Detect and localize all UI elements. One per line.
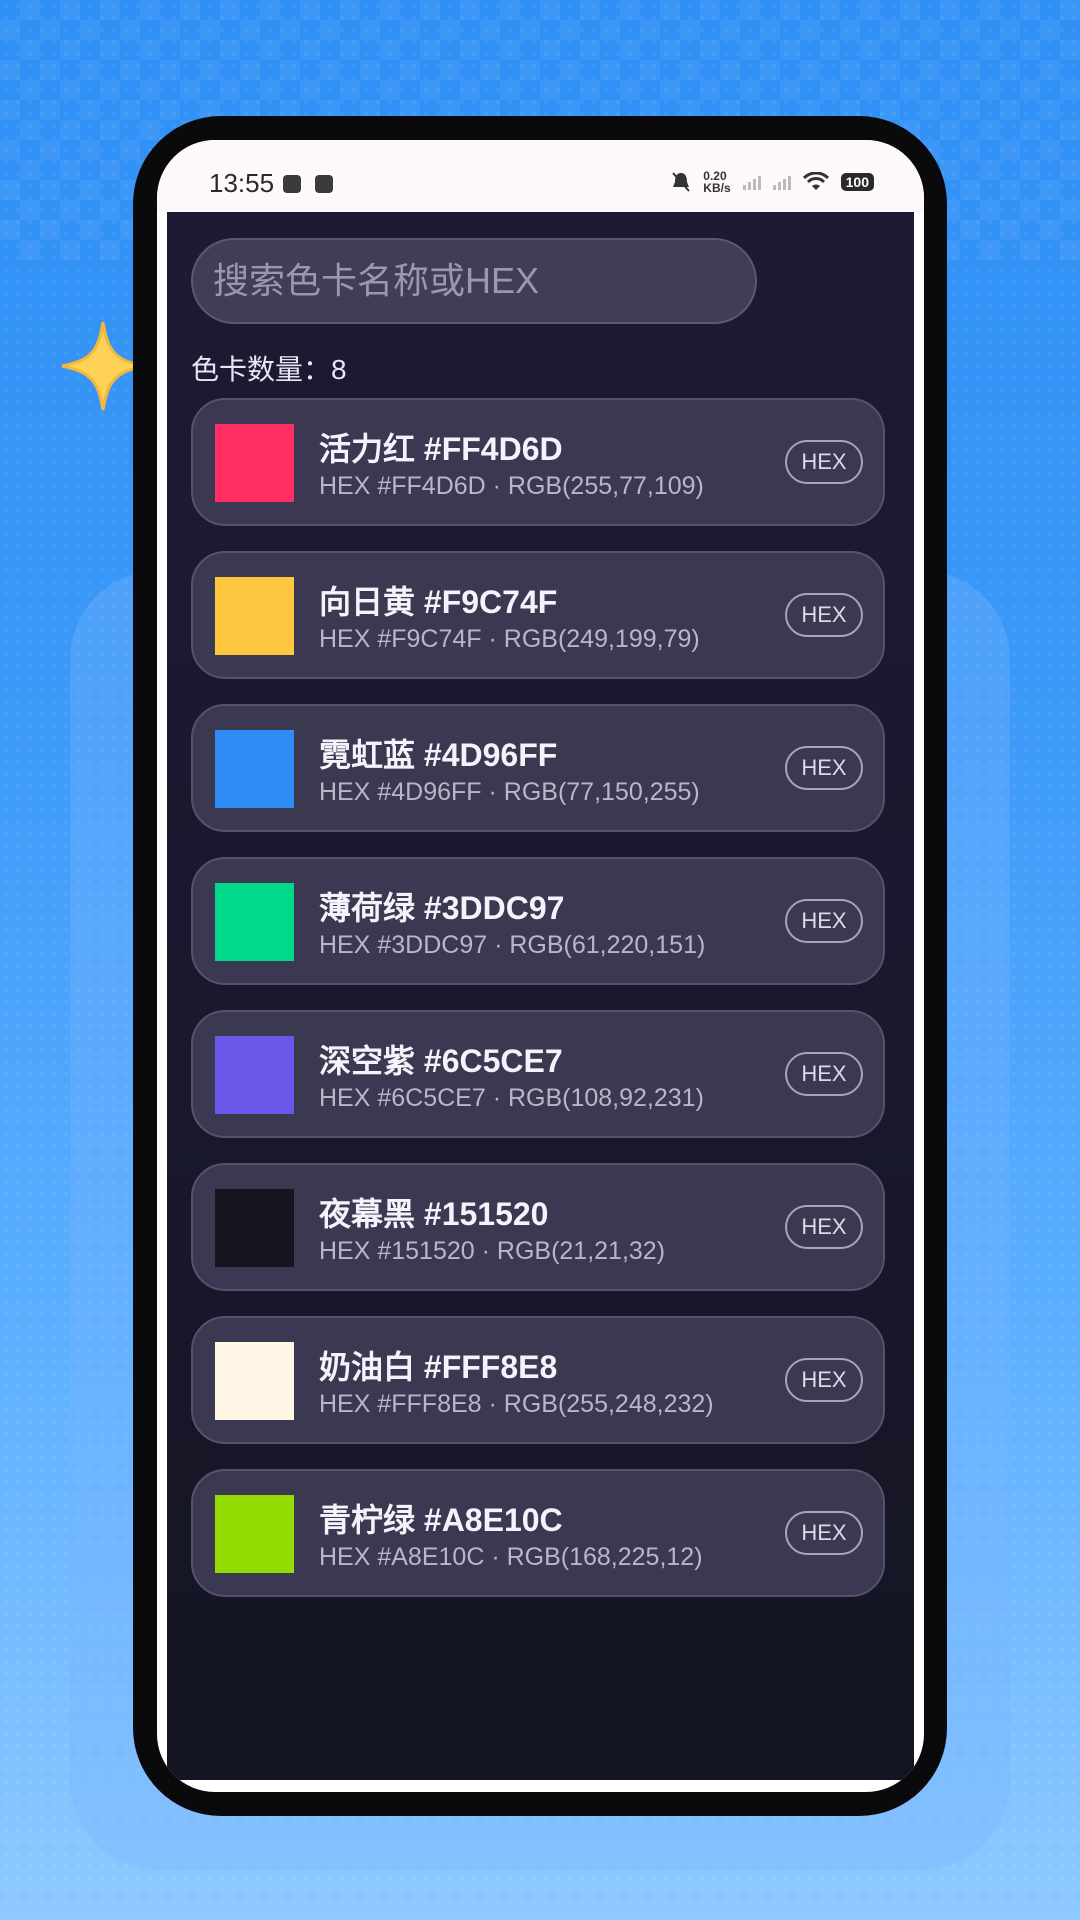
- color-card-values: HEX #FFF8E8 · RGB(255,248,232): [319, 1390, 714, 1418]
- app-content: 搜索色卡名称或HEX 色卡数量：8 活力红 #FF4D6D HEX #FF4D6D…: [167, 212, 914, 1780]
- color-card-title: 活力红 #FF4D6D: [319, 431, 563, 467]
- color-card[interactable]: 夜幕黑 #151520 HEX #151520 · RGB(21,21,32) HE…: [191, 1163, 885, 1291]
- color-card-values: HEX #4D96FF · RGB(77,150,255): [319, 778, 700, 806]
- copy-hex-button[interactable]: HEX: [785, 746, 863, 790]
- color-card-title: 薄荷绿 #3DDC97: [319, 890, 565, 926]
- color-card[interactable]: 奶油白 #FFF8E8 HEX #FFF8E8 · RGB(255,248,232…: [191, 1316, 885, 1444]
- color-card-title: 青柠绿 #A8E10C: [319, 1502, 563, 1538]
- net-speed: 0.20 KB/s: [703, 170, 730, 194]
- copy-hex-button[interactable]: HEX: [785, 1511, 863, 1555]
- color-swatch: [215, 1036, 294, 1114]
- status-bar: 13:55 0.20 KB/s 100: [157, 140, 924, 212]
- color-card[interactable]: 向日黄 #F9C74F HEX #F9C74F · RGB(249,199,79)…: [191, 551, 885, 679]
- copy-hex-button[interactable]: HEX: [785, 1205, 863, 1249]
- copy-hex-button[interactable]: HEX: [785, 440, 863, 484]
- mute-bell-icon: [672, 172, 691, 192]
- notification-app-icon: [283, 175, 301, 193]
- search-input[interactable]: 搜索色卡名称或HEX: [191, 238, 757, 324]
- color-card[interactable]: 霓虹蓝 #4D96FF HEX #4D96FF · RGB(77,150,255)…: [191, 704, 885, 832]
- color-card-values: HEX #FF4D6D · RGB(255,77,109): [319, 472, 704, 500]
- color-card-title: 向日黄 #F9C74F: [319, 584, 558, 620]
- color-card[interactable]: 活力红 #FF4D6D HEX #FF4D6D · RGB(255,77,109)…: [191, 398, 885, 526]
- color-card-values: HEX #151520 · RGB(21,21,32): [319, 1237, 666, 1265]
- copy-hex-button[interactable]: HEX: [785, 593, 863, 637]
- color-card[interactable]: 薄荷绿 #3DDC97 HEX #3DDC97 · RGB(61,220,151)…: [191, 857, 885, 985]
- color-swatch: [215, 577, 294, 655]
- wifi-icon: [802, 172, 829, 190]
- color-card-title: 奶油白 #FFF8E8: [319, 1349, 558, 1385]
- status-icons: 0.20 KB/s 100: [671, 170, 874, 194]
- card-count-label: 色卡数量：8: [191, 354, 347, 385]
- color-card[interactable]: 深空紫 #6C5CE7 HEX #6C5CE7 · RGB(108,92,231)…: [191, 1010, 885, 1138]
- color-swatch: [215, 1189, 294, 1267]
- color-swatch: [215, 730, 294, 808]
- color-card-values: HEX #A8E10C · RGB(168,225,12): [319, 1543, 703, 1571]
- copy-hex-button[interactable]: HEX: [785, 1052, 863, 1096]
- signal-1-icon: [742, 174, 761, 190]
- color-swatch: [215, 424, 294, 502]
- copy-hex-button[interactable]: HEX: [785, 899, 863, 943]
- color-swatch: [215, 883, 294, 961]
- color-card-title: 深空紫 #6C5CE7: [319, 1043, 563, 1079]
- color-card-values: HEX #6C5CE7 · RGB(108,92,231): [319, 1084, 704, 1112]
- color-card-values: HEX #F9C74F · RGB(249,199,79): [319, 625, 700, 653]
- copy-hex-button[interactable]: HEX: [785, 1358, 863, 1402]
- net-speed-unit: KB/s: [703, 181, 731, 195]
- battery-indicator: 100: [840, 173, 874, 191]
- color-card[interactable]: 青柠绿 #A8E10C HEX #A8E10C · RGB(168,225,12)…: [191, 1469, 885, 1597]
- notification-gallery-icon: [315, 175, 333, 193]
- phone-screen: 13:55 0.20 KB/s 100 搜索色卡名称或HEX 色卡数量：8 活力…: [157, 140, 924, 1792]
- status-time: 13:55: [209, 168, 275, 198]
- color-card-values: HEX #3DDC97 · RGB(61,220,151): [319, 931, 706, 959]
- color-swatch: [215, 1342, 294, 1420]
- color-swatch: [215, 1495, 294, 1573]
- signal-2-icon: [772, 174, 791, 190]
- color-card-title: 霓虹蓝 #4D96FF: [319, 737, 558, 773]
- color-card-title: 夜幕黑 #151520: [319, 1196, 549, 1232]
